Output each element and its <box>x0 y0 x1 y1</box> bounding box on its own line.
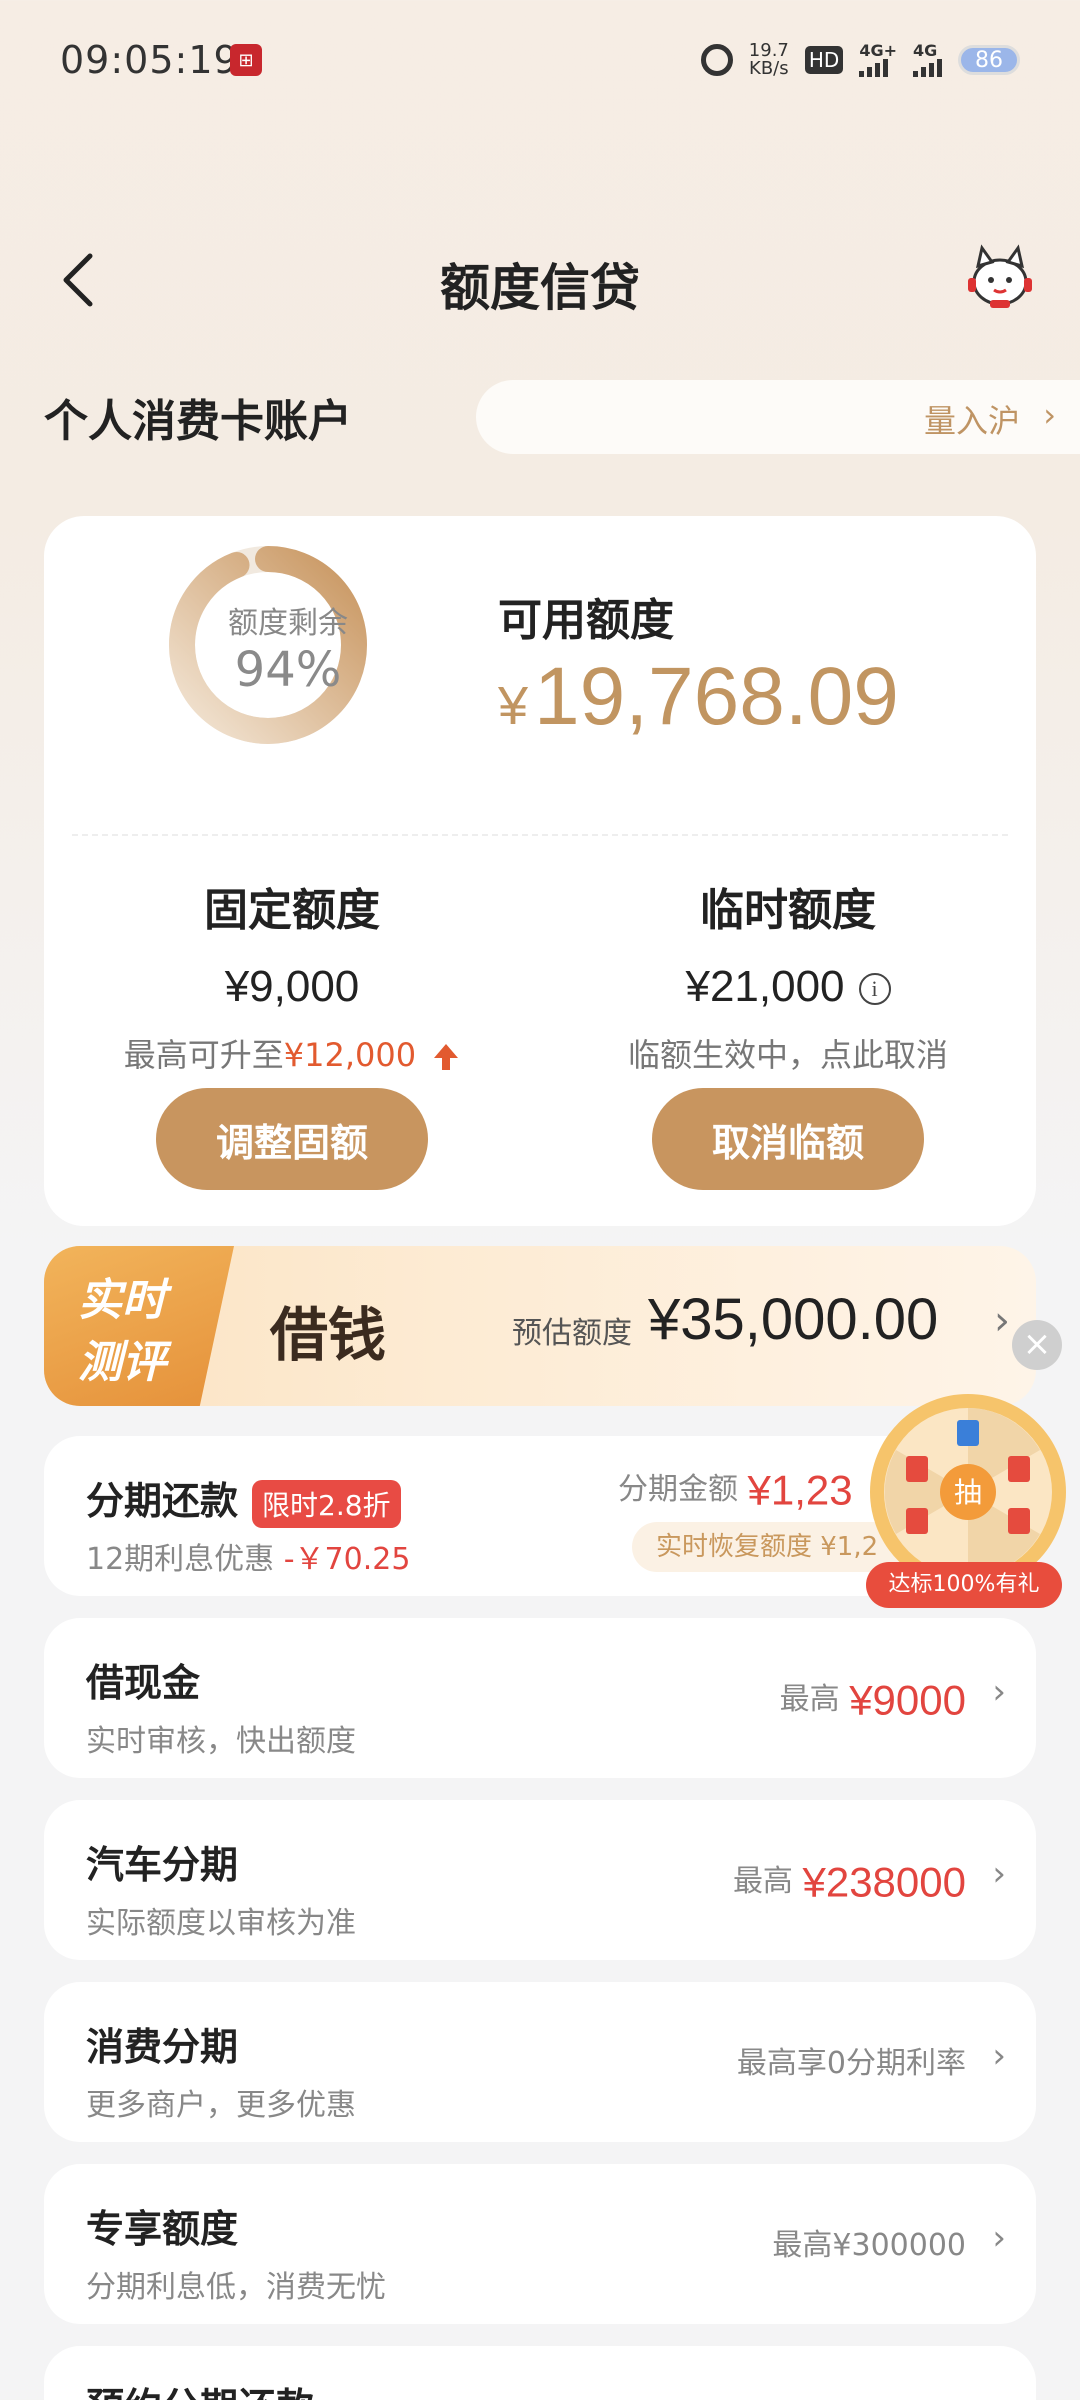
temp-credit-section: 临时额度 ¥21,000 i 临额生效中，点此取消 <box>540 874 1036 1076</box>
consumer-installment-note: 最高享0分期利率 <box>736 2046 966 2081</box>
scheduled-installment-item[interactable]: 预约分期还款 <box>44 2346 1036 2400</box>
alarm-icon <box>700 44 733 76</box>
chevron-right-icon: › <box>992 1672 1006 1712</box>
installment-title-row: 分期还款 限时2.8折 <box>86 1470 401 1528</box>
page-title: 额度信贷 <box>440 259 640 317</box>
estimate-amount: ¥35,000.00 <box>648 1287 939 1352</box>
cash-loan-max: 最高 ¥9000 <box>779 1676 966 1724</box>
arrow-up-icon <box>434 1044 459 1070</box>
chevron-right-icon: › <box>1043 396 1056 434</box>
marquee-text: 量入沪 <box>923 402 1020 440</box>
exclusive-credit-max: 最高¥300000 <box>772 2228 966 2263</box>
chevron-right-icon: › <box>992 2036 1006 2076</box>
fixed-credit-amount: ¥9,000 <box>224 962 360 1011</box>
chevron-right-icon: › <box>994 1298 1010 1344</box>
car-installment-item[interactable]: 汽车分期 实际额度以审核为准 最高 ¥238000 › <box>44 1800 1036 1960</box>
ring-percent: 94% <box>234 642 342 698</box>
fixed-credit-upgrade-note: 最高可升至¥12,000 <box>44 1030 540 1076</box>
ring-label: 额度剩余 <box>228 606 348 641</box>
status-icons: 19.7 KB/s HD 4G+ 4G 86 <box>700 40 1020 80</box>
borrow-money-title: 借钱 <box>270 1301 387 1369</box>
discount-tag: 限时2.8折 <box>252 1479 401 1528</box>
nav-header: 额度信贷 <box>0 230 1080 330</box>
hd-voice-icon: HD <box>804 46 844 74</box>
svg-text:抽: 抽 <box>954 1476 982 1509</box>
chevron-right-icon: › <box>992 1854 1006 1894</box>
installment-subtitle: 12期利息优惠 -￥70.25 <box>86 1542 411 1577</box>
car-installment-max: 最高 ¥238000 <box>732 1858 966 1906</box>
adjust-fixed-credit-button[interactable]: 调整固额 <box>156 1088 428 1190</box>
temp-credit-status[interactable]: 临额生效中，点此取消 <box>540 1030 1036 1076</box>
status-time: 09:05:19 <box>60 38 239 82</box>
temp-credit-amount-row: ¥21,000 i <box>540 962 1036 1012</box>
status-bar: 09:05:19 ⊞ 19.7 KB/s HD 4G+ 4G 86 <box>0 0 1080 120</box>
info-icon[interactable]: i <box>858 973 891 1006</box>
borrow-money-banner[interactable]: 实时 测评 借钱 预估额度 ¥35,000.00 › <box>44 1246 1036 1406</box>
installment-amount: 分期金额 ¥1,23 <box>618 1466 853 1514</box>
signal-sim2-icon: 4G <box>913 43 942 77</box>
signal-sim1-icon: 4G+ <box>859 43 897 77</box>
network-speed: 19.7 KB/s <box>748 40 789 79</box>
account-title: 个人消费卡账户 <box>44 396 352 447</box>
temp-credit-title: 临时额度 <box>700 885 876 936</box>
dashed-divider <box>72 834 1008 836</box>
available-credit-label: 可用额度 <box>498 595 674 646</box>
available-credit-amount: ¥19,768.09 <box>498 651 899 742</box>
fixed-credit-title: 固定额度 <box>204 885 380 936</box>
exclusive-credit-item[interactable]: 专享额度 分期利息低，消费无忧 最高¥300000 › <box>44 2164 1036 2324</box>
cancel-temp-credit-button[interactable]: 取消临额 <box>652 1088 924 1190</box>
temp-credit-amount: ¥21,000 <box>685 962 845 1011</box>
chevron-right-icon: › <box>992 2218 1006 2258</box>
cash-loan-item[interactable]: 借现金 实时审核，快出额度 最高 ¥9000 › <box>44 1618 1036 1778</box>
close-float-icon[interactable]: × <box>1012 1320 1062 1370</box>
realtime-eval-tag: 实时 测评 <box>44 1246 234 1406</box>
notice-marquee[interactable]: 量入沪 › <box>476 380 1080 454</box>
consumer-installment-item[interactable]: 消费分期 更多商户，更多优惠 最高享0分期利率 › <box>44 1982 1036 2142</box>
wheel-reward-badge[interactable]: 达标100%有礼 <box>866 1562 1062 1608</box>
estimate-label: 预估额度 <box>512 1316 632 1351</box>
credit-summary-card: 额度剩余 94% 可用额度 ¥19,768.09 固定额度 ¥9,000 最高可… <box>44 516 1036 1226</box>
battery-indicator: 86 <box>958 45 1020 75</box>
bank-app-notification-icon: ⊞ <box>230 44 262 76</box>
service-mascot-icon[interactable] <box>964 244 1036 310</box>
fixed-credit-section: 固定额度 ¥9,000 最高可升至¥12,000 <box>44 874 540 1076</box>
